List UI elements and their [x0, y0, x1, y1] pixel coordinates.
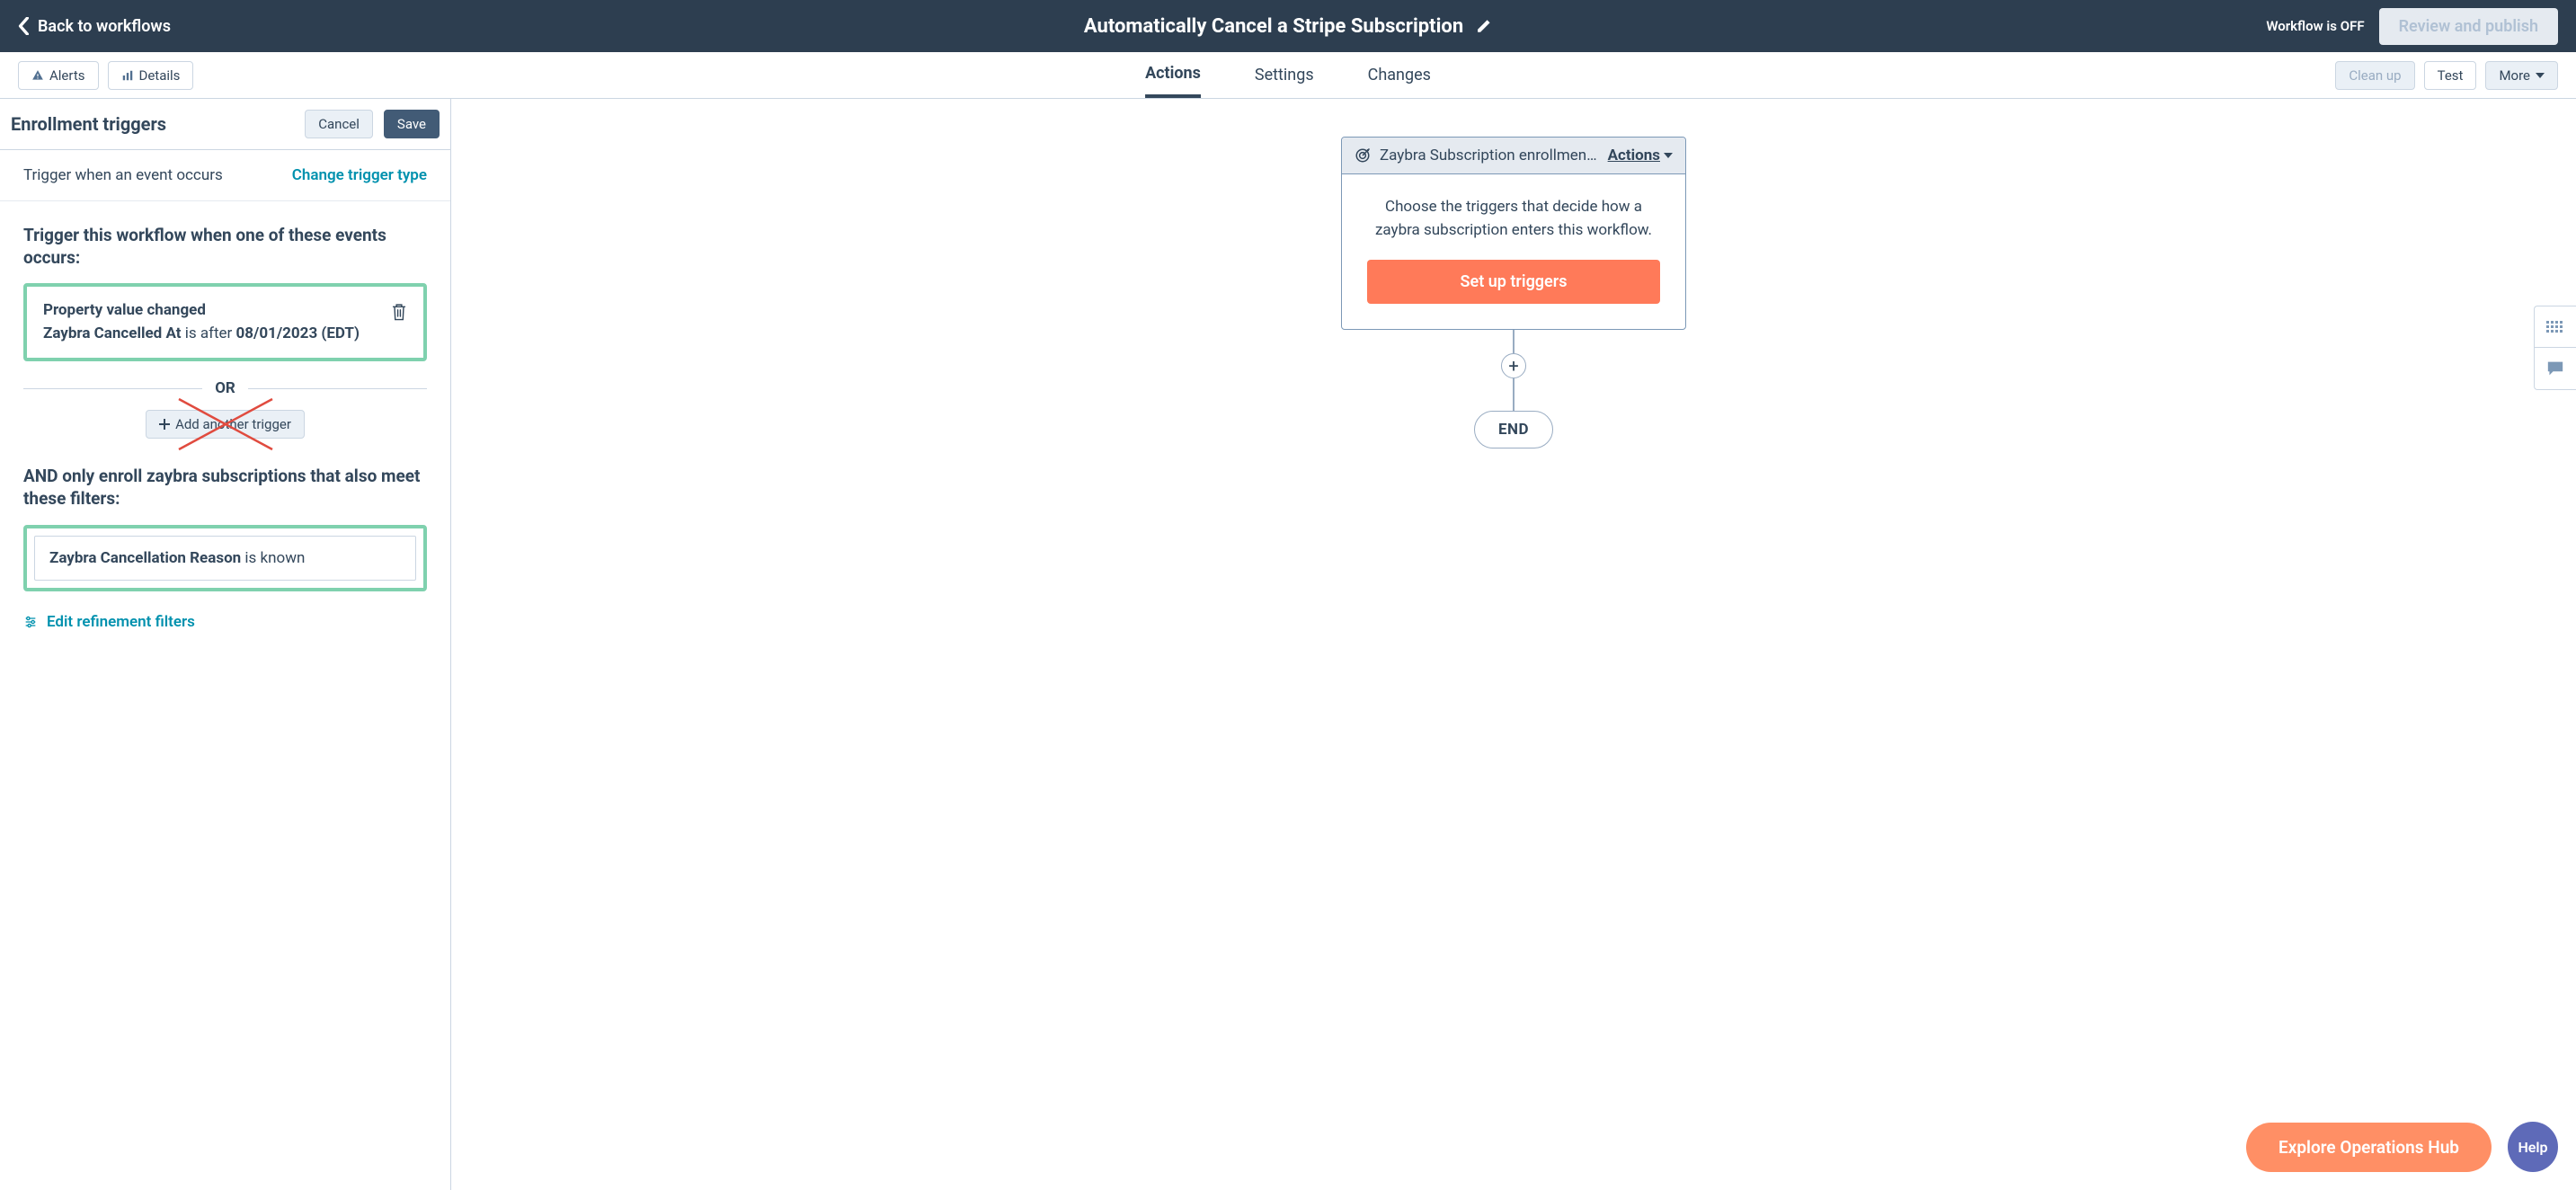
edit-filters-label: Edit refinement filters — [47, 613, 195, 631]
back-to-workflows-link[interactable]: Back to workflows — [18, 17, 171, 36]
alert-icon — [31, 69, 44, 82]
panel-header: Enrollment triggers Cancel Save — [0, 99, 450, 150]
setup-triggers-button[interactable]: Set up triggers — [1367, 260, 1660, 304]
trash-icon[interactable] — [391, 303, 407, 321]
minimap-button[interactable] — [2535, 306, 2576, 348]
divider-line-right — [248, 388, 427, 389]
save-button[interactable]: Save — [384, 110, 440, 138]
enrollment-card-body: Choose the triggers that decide how a za… — [1342, 174, 1685, 329]
sub-header: Alerts Details Actions Settings Changes … — [0, 52, 2576, 99]
more-label: More — [2499, 67, 2530, 84]
filter-card[interactable]: Zaybra Cancellation Reason is known — [23, 525, 427, 591]
enrollment-triggers-panel: Enrollment triggers Cancel Save Trigger … — [0, 99, 451, 1190]
panel-title: Enrollment triggers — [11, 113, 166, 135]
panel-body: Trigger this workflow when one of these … — [0, 201, 450, 649]
cancel-button[interactable]: Cancel — [305, 110, 373, 138]
alerts-button[interactable]: Alerts — [18, 61, 99, 90]
or-label: OR — [215, 379, 235, 397]
enrollment-card-title: Zaybra Subscription enrollment … — [1380, 147, 1599, 164]
bar-chart-icon — [121, 69, 134, 82]
events-section-title: Trigger this workflow when one of these … — [23, 225, 427, 269]
chevron-down-icon — [1664, 152, 1673, 159]
tab-settings[interactable]: Settings — [1255, 52, 1314, 98]
test-button[interactable]: Test — [2424, 61, 2477, 90]
alerts-label: Alerts — [49, 67, 85, 84]
end-node: END — [1474, 411, 1553, 448]
plus-icon — [159, 419, 170, 430]
main-area: Enrollment triggers Cancel Save Trigger … — [0, 99, 2576, 1190]
workflow-status: Workflow is OFF — [2266, 18, 2364, 34]
trigger-type-text: Trigger when an event occurs — [23, 166, 223, 184]
divider-line-left — [23, 388, 202, 389]
grid-icon — [2546, 321, 2564, 333]
sub-header-left: Alerts Details — [0, 61, 211, 90]
enrollment-card-text: Choose the triggers that decide how a za… — [1367, 196, 1660, 242]
trigger-title: Property value changed — [43, 301, 206, 319]
header-bar: Back to workflows Automatically Cancel a… — [0, 0, 2576, 52]
back-label: Back to workflows — [38, 17, 171, 36]
sub-header-right: Clean up Test More — [2317, 61, 2576, 90]
details-button[interactable]: Details — [108, 61, 194, 90]
details-label: Details — [139, 67, 181, 84]
workflow-canvas-inner: Zaybra Subscription enrollment … Actions… — [1341, 137, 1686, 448]
filter-comparator: is known — [244, 549, 305, 567]
panel-header-buttons: Cancel Save — [305, 110, 440, 138]
trigger-type-row: Trigger when an event occurs Change trig… — [0, 150, 450, 201]
change-trigger-type-link[interactable]: Change trigger type — [292, 166, 427, 184]
sliders-icon — [23, 615, 38, 629]
pencil-icon[interactable] — [1476, 18, 1492, 34]
filters-section-title: AND only enroll zaybra subscriptions tha… — [23, 466, 427, 510]
or-divider: OR — [23, 379, 427, 397]
workflow-title-wrap: Automatically Cancel a Stripe Subscripti… — [1084, 15, 1492, 38]
trigger-comparator: is after — [185, 324, 233, 342]
chevron-down-icon — [2536, 72, 2545, 79]
edit-refinement-filters-link[interactable]: Edit refinement filters — [23, 613, 427, 631]
enrollment-trigger-card[interactable]: Zaybra Subscription enrollment … Actions… — [1341, 137, 1686, 330]
review-and-publish-button[interactable]: Review and publish — [2379, 8, 2558, 45]
trigger-property: Zaybra Cancelled At — [43, 324, 181, 342]
filter-card-inner: Zaybra Cancellation Reason is known — [34, 536, 416, 581]
explore-operations-hub-button[interactable]: Explore Operations Hub — [2246, 1123, 2492, 1172]
add-another-label: Add another trigger — [175, 416, 291, 432]
workflow-canvas[interactable]: Zaybra Subscription enrollment … Actions… — [451, 99, 2576, 1190]
tab-changes[interactable]: Changes — [1368, 52, 1431, 98]
chevron-left-icon — [18, 17, 31, 35]
cleanup-button[interactable]: Clean up — [2335, 61, 2414, 90]
header-right: Workflow is OFF Review and publish — [2266, 8, 2558, 45]
target-arrow-icon — [1355, 147, 1371, 164]
add-action-button[interactable]: + — [1501, 353, 1526, 378]
comments-button[interactable] — [2535, 348, 2576, 389]
enrollment-card-header: Zaybra Subscription enrollment … Actions — [1342, 138, 1685, 174]
comment-icon — [2546, 360, 2564, 377]
trigger-card-property-changed[interactable]: Property value changed Zaybra Cancelled … — [23, 283, 427, 361]
trigger-card-text: Property value changed Zaybra Cancelled … — [43, 299, 378, 345]
workflow-title: Automatically Cancel a Stripe Subscripti… — [1084, 15, 1463, 38]
canvas-right-rail — [2534, 306, 2576, 390]
actions-label: Actions — [1608, 147, 1660, 164]
sub-header-tabs: Actions Settings Changes — [1145, 52, 1431, 98]
connector-line — [1513, 330, 1515, 353]
filter-property: Zaybra Cancellation Reason — [49, 549, 241, 567]
trigger-value: 08/01/2023 (EDT) — [236, 324, 360, 342]
connector-line — [1513, 378, 1515, 411]
help-button[interactable]: Help — [2508, 1122, 2558, 1172]
enrollment-card-actions-menu[interactable]: Actions — [1608, 147, 1673, 164]
tab-actions[interactable]: Actions — [1145, 52, 1201, 98]
more-button[interactable]: More — [2485, 61, 2558, 90]
add-another-trigger-wrap: Add another trigger — [23, 410, 427, 439]
add-another-trigger-button[interactable]: Add another trigger — [146, 410, 305, 439]
